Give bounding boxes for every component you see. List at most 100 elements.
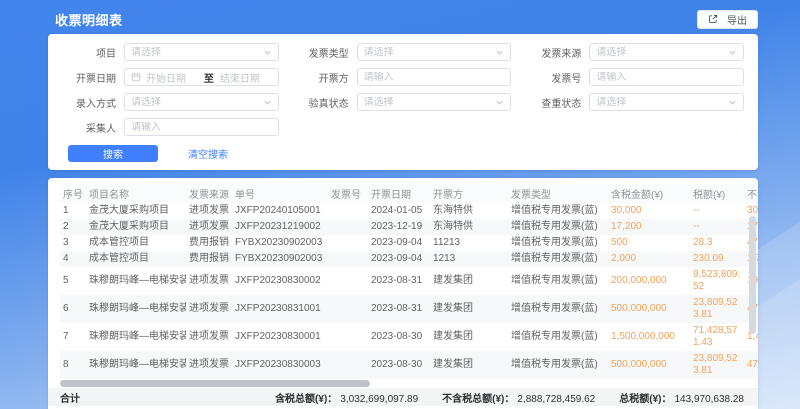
invoice-number-input-wrap[interactable]	[589, 68, 744, 86]
column-header: 序号	[60, 184, 86, 203]
table-cell: 2023-08-30	[368, 351, 430, 379]
table-cell: 230.09	[690, 251, 744, 267]
table-cell: 6	[60, 295, 86, 323]
invoice-date-filter: 开票日期 开始日期 至 结束日期	[62, 68, 279, 86]
invoice-date-range[interactable]: 开始日期 至 结束日期	[124, 68, 279, 86]
chevron-down-icon	[263, 48, 272, 57]
summary-item: 总税额(¥)：143,970,638.28	[619, 390, 744, 405]
duplicate-status-select-input[interactable]	[596, 97, 728, 108]
invoice-source-filter-label: 发票来源	[527, 45, 581, 60]
table-cell: 2023-08-30	[368, 323, 430, 351]
project-select-input[interactable]	[131, 47, 263, 58]
chevron-down-icon	[263, 98, 272, 107]
duplicate-status-filter: 查重状态	[527, 93, 744, 111]
clear-search-button[interactable]: 清空搜索	[188, 146, 228, 161]
table-row: 3成本管控项目费用报销FYBX202309020032023-09-041121…	[60, 235, 758, 251]
column-header: 含税金额(¥)	[608, 184, 690, 203]
table-cell: JXFP20230830003	[232, 351, 328, 379]
table-cell: 8	[60, 351, 86, 379]
project-filter-label: 项目	[62, 45, 116, 60]
start-date-placeholder[interactable]: 开始日期	[146, 70, 198, 85]
column-header: 开票日期	[368, 184, 430, 203]
table-cell: 11213	[430, 235, 508, 251]
table-cell: JXFP20230830002	[232, 267, 328, 295]
table-cell	[328, 203, 368, 219]
filter-panel: 项目 发票类型 发票来源	[48, 34, 758, 170]
invoice-source-select-input[interactable]	[596, 47, 728, 58]
invoice-type-filter-label: 发票类型	[295, 45, 349, 60]
table-cell: 建发集团	[430, 295, 508, 323]
table-row: 5珠穆朗玛峰—电梯安装进项发票JXFP202308300022023-08-31…	[60, 267, 758, 295]
invoice-number-input[interactable]	[596, 72, 737, 83]
table-cell: 珠穆朗玛峰—电梯安装	[86, 323, 186, 351]
table-cell: 增值税专用发票(蓝)	[508, 267, 608, 295]
export-icon	[708, 14, 718, 24]
entry-method-filter-label: 录入方式	[62, 95, 116, 110]
export-button[interactable]: 导出	[697, 10, 758, 29]
table-cell: 进项发票	[186, 351, 232, 379]
summary-label: 合计	[60, 390, 80, 405]
table-cell: 建发集团	[430, 323, 508, 351]
invoice-date-filter-label: 开票日期	[62, 70, 116, 85]
table-cell: 5	[60, 267, 86, 295]
search-button[interactable]: 搜索	[68, 145, 158, 162]
table-cell: 23,809,523.81	[690, 295, 744, 323]
table-cell: 2023-09-04	[368, 251, 430, 267]
duplicate-status-select[interactable]	[589, 93, 744, 111]
table-cell: 增值税专用发票(蓝)	[508, 235, 608, 251]
issuer-filter: 开票方	[295, 68, 512, 86]
invoice-type-filter: 发票类型	[295, 43, 512, 61]
table-cell: 费用报销	[186, 251, 232, 267]
table-cell: 17,200	[608, 219, 690, 235]
table-cell: 4	[60, 251, 86, 267]
invoice-number-filter: 发票号	[527, 68, 744, 86]
table-cell: FYBX20230902003	[232, 251, 328, 267]
table-cell: 进项发票	[186, 323, 232, 351]
verify-status-select-input[interactable]	[364, 97, 496, 108]
table-cell: 500	[608, 235, 690, 251]
table-cell: 1,500,000,000	[608, 323, 690, 351]
calendar-icon	[131, 72, 141, 82]
table-cell: 30,000	[608, 203, 690, 219]
column-header: 项目名称	[86, 184, 186, 203]
chevron-down-icon	[728, 98, 737, 107]
vertical-scrollbar[interactable]	[749, 216, 756, 334]
export-label: 导出	[727, 12, 747, 27]
project-select[interactable]	[124, 43, 279, 61]
table-cell: 1	[60, 203, 86, 219]
table-cell: --	[690, 203, 744, 219]
table-cell: 进项发票	[186, 267, 232, 295]
table-cell: 进项发票	[186, 219, 232, 235]
invoice-type-select-input[interactable]	[364, 47, 496, 58]
table-cell: 进项发票	[186, 203, 232, 219]
table-cell	[328, 251, 368, 267]
table-panel: 序号项目名称发票来源单号发票号开票日期开票方发票类型含税金额(¥)税额(¥)不含…	[48, 178, 758, 409]
table-cell: 500,000,000	[608, 351, 690, 379]
table-cell: 9,523,809.52	[690, 267, 744, 295]
issuer-filter-label: 开票方	[295, 70, 349, 85]
verify-status-select[interactable]	[357, 93, 512, 111]
table-cell: 费用报销	[186, 235, 232, 251]
table-row: 7珠穆朗玛峰—电梯安装进项发票JXFP202308300012023-08-30…	[60, 323, 758, 351]
entry-method-select[interactable]	[124, 93, 279, 111]
summary-item: 含税总额(¥)：3,032,699,097.89	[275, 390, 418, 405]
table-cell: 东海特供	[430, 203, 508, 219]
end-date-placeholder[interactable]: 结束日期	[220, 70, 272, 85]
issuer-input-wrap[interactable]	[357, 68, 512, 86]
table-row: 2金茂大厦采购项目进项发票JXFP202312190022023-12-19东海…	[60, 219, 758, 235]
table-cell: JXFP20230831001	[232, 295, 328, 323]
table-cell: 2,000	[608, 251, 690, 267]
table-cell: 1213	[430, 251, 508, 267]
horizontal-scrollbar[interactable]	[60, 380, 370, 387]
issuer-input[interactable]	[364, 72, 505, 83]
invoice-source-select[interactable]	[589, 43, 744, 61]
column-header: 开票方	[430, 184, 508, 203]
collector-input[interactable]	[131, 122, 272, 133]
table-cell: 2024-01-05	[368, 203, 430, 219]
table-cell	[328, 323, 368, 351]
entry-method-select-input[interactable]	[131, 97, 263, 108]
collector-input-wrap[interactable]	[124, 118, 279, 136]
table-cell: 珠穆朗玛峰—电梯安装	[86, 351, 186, 379]
invoice-type-select[interactable]	[357, 43, 512, 61]
table-viewport[interactable]: 序号项目名称发票来源单号发票号开票日期开票方发票类型含税金额(¥)税额(¥)不含…	[60, 184, 758, 388]
